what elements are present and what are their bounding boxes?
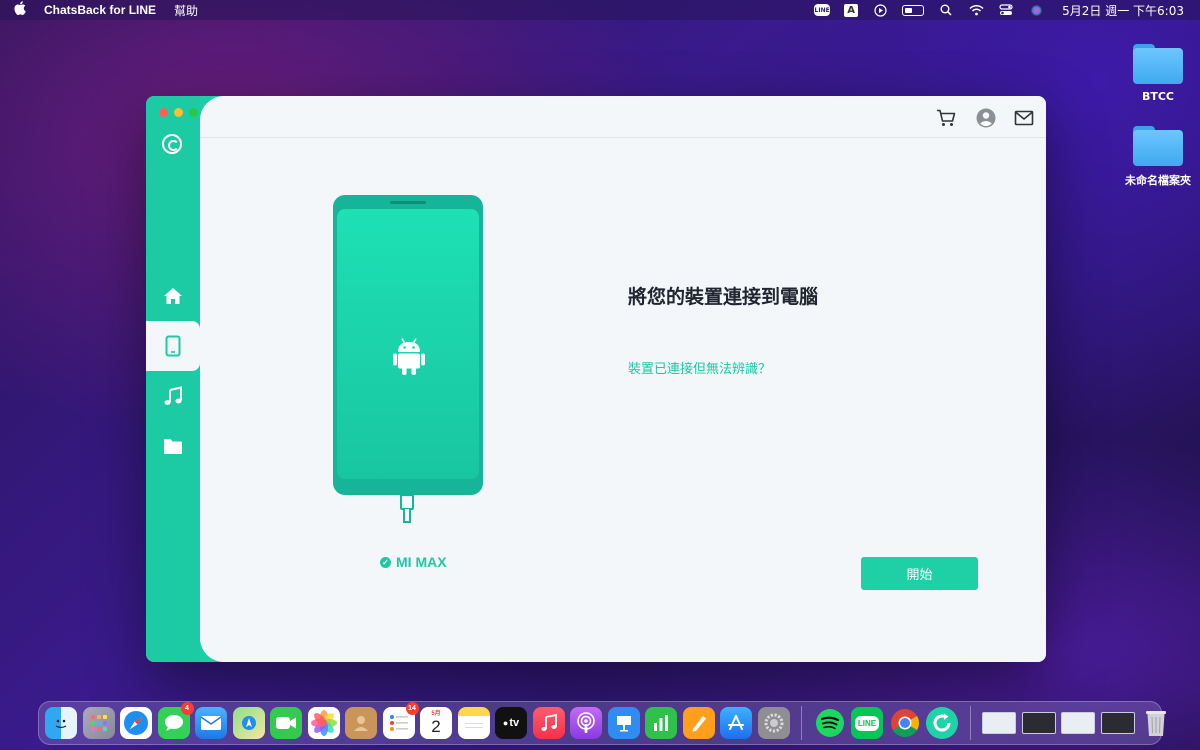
dock-minimized-window-thumbnail[interactable] — [1100, 712, 1135, 734]
dock-facetime-icon[interactable] — [270, 707, 302, 739]
search-icon[interactable] — [938, 3, 954, 17]
tv-label: tv — [509, 717, 520, 729]
dock-music-icon[interactable] — [532, 707, 565, 739]
dock-pages-icon[interactable] — [682, 707, 715, 739]
sidebar-item-device[interactable] — [146, 321, 200, 371]
dock-mail-icon[interactable] — [195, 707, 227, 739]
apple-icon: ● — [502, 718, 509, 728]
apple-menu-icon[interactable] — [14, 1, 30, 19]
dock-separator — [969, 706, 971, 740]
line-app-label: LINE — [854, 715, 880, 731]
sidebar-item-files[interactable] — [146, 421, 200, 471]
dock-safari-icon[interactable] — [120, 707, 152, 739]
dock-separator — [801, 706, 802, 740]
folder-icon — [164, 438, 182, 454]
folder-icon — [1133, 44, 1183, 84]
help-menu[interactable]: 幫助 — [174, 2, 198, 19]
phone-screen — [337, 209, 479, 479]
mail-icon[interactable] — [1013, 108, 1035, 128]
app-name-menu[interactable]: ChatsBack for LINE — [44, 3, 156, 17]
dock-contacts-icon[interactable] — [345, 707, 377, 739]
dock-photos-icon[interactable] — [307, 707, 340, 739]
line-icon[interactable]: LINE — [814, 4, 831, 16]
cart-icon[interactable] — [935, 108, 957, 128]
main-panel: ✓ MI MAX 將您的裝置連接到電腦 裝置已連接但無法辨識？ 開始 — [200, 96, 1046, 662]
dock-messages-icon[interactable]: 4 — [157, 702, 194, 739]
desktop-folder-btcc[interactable]: BTCC — [1118, 44, 1198, 103]
dock: 4 14 5月 2 ● tv LINE — [38, 701, 1166, 745]
sidebar-item-music[interactable] — [146, 371, 200, 421]
usb-plug — [400, 494, 414, 510]
menu-clock[interactable]: 5月2日 週一 下午6:03 — [1062, 2, 1184, 19]
home-icon — [164, 288, 182, 304]
sidebar-item-home[interactable] — [146, 271, 200, 321]
minimize-window-button[interactable] — [174, 108, 183, 117]
dock-finder-icon[interactable] — [45, 707, 77, 739]
folder-label: BTCC — [1141, 90, 1175, 103]
reminders-badge: 14 — [405, 702, 419, 715]
phone-speaker — [390, 201, 426, 204]
input-a-icon[interactable]: A — [844, 3, 859, 17]
dock-numbers-icon[interactable] — [645, 707, 677, 739]
page-title: 將您的裝置連接到電腦 — [628, 286, 819, 308]
dock-reminders-icon[interactable]: 14 — [382, 702, 419, 739]
usb-cable — [403, 509, 411, 523]
phone-illustration — [333, 195, 483, 495]
battery-icon[interactable] — [902, 4, 925, 16]
play-icon[interactable] — [872, 3, 888, 17]
dock-minimized-window-thumbnail[interactable] — [1061, 712, 1095, 734]
wifi-icon[interactable] — [968, 3, 984, 17]
device-status: ✓ MI MAX — [380, 554, 447, 570]
dock-tv-icon[interactable]: ● tv — [495, 707, 527, 739]
menu-bar: ChatsBack for LINE 幫助 LINE A 5月2日 週一 下午6… — [0, 0, 1200, 20]
check-icon: ✓ — [380, 556, 391, 568]
close-window-button[interactable] — [159, 108, 168, 117]
dock-notes-icon[interactable] — [457, 707, 490, 739]
dock-calendar-icon[interactable]: 5月 2 — [420, 707, 452, 739]
sidebar — [146, 96, 200, 662]
dock-keynote-icon[interactable] — [607, 707, 640, 739]
device-not-recognized-link[interactable]: 裝置已連接但無法辨識？ — [628, 358, 771, 377]
dock-system-preferences-icon[interactable] — [757, 707, 790, 739]
control-center-icon[interactable] — [998, 3, 1014, 17]
music-icon — [164, 386, 182, 405]
start-button[interactable]: 開始 — [861, 557, 978, 590]
siri-icon[interactable] — [1028, 3, 1044, 17]
dock-trash-icon[interactable] — [1140, 707, 1172, 739]
top-toolbar — [200, 96, 1046, 138]
chatsback-logo-icon — [162, 134, 182, 154]
account-icon[interactable] — [975, 108, 997, 128]
dock-spotify-icon[interactable] — [814, 707, 846, 739]
dock-maps-icon[interactable] — [232, 707, 265, 739]
zoom-window-button[interactable] — [189, 108, 198, 117]
dock-minimized-window-thumbnail[interactable] — [982, 712, 1016, 734]
folder-label: 未命名檔案夾 — [1125, 174, 1191, 187]
calendar-day: 2 — [431, 717, 441, 736]
desktop-folder-untitled[interactable]: 未命名檔案夾 — [1118, 126, 1198, 188]
dock-app-store-icon[interactable] — [720, 707, 752, 739]
phone-icon — [165, 335, 181, 357]
dock-minimized-window-thumbnail[interactable] — [1021, 712, 1056, 734]
dock-chatsback-icon[interactable] — [926, 707, 958, 739]
folder-icon — [1133, 126, 1183, 166]
messages-badge: 4 — [180, 702, 194, 715]
dock-chrome-icon[interactable] — [889, 707, 921, 739]
app-window: ✓ MI MAX 將您的裝置連接到電腦 裝置已連接但無法辨識？ 開始 — [146, 96, 1046, 662]
dock-line-icon[interactable]: LINE — [851, 707, 883, 739]
dock-podcasts-icon[interactable] — [570, 707, 602, 739]
device-name: MI MAX — [396, 554, 447, 570]
android-icon — [393, 338, 425, 375]
dock-launchpad-icon[interactable] — [82, 707, 115, 739]
